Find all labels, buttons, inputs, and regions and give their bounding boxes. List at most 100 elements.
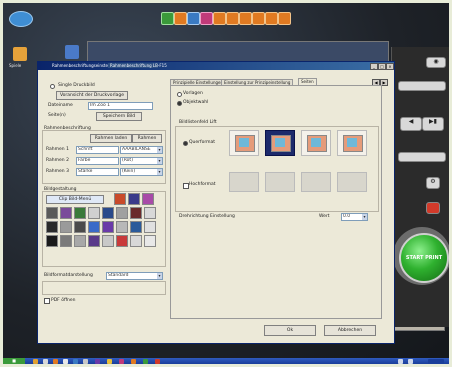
toolbar-icon-6[interactable] xyxy=(226,12,239,25)
templates-radio[interactable] xyxy=(177,92,182,97)
maximize-button[interactable]: □ xyxy=(378,63,386,70)
toolbar-icon-10[interactable] xyxy=(278,12,291,25)
panel-settings-button[interactable]: ⚙ xyxy=(426,177,440,189)
taskbar-icon-12[interactable] xyxy=(155,359,160,364)
clip-icon-5[interactable] xyxy=(102,207,114,219)
toolbar-icon-4[interactable] xyxy=(200,12,213,25)
clip-icon-17[interactable] xyxy=(46,235,58,247)
clip-icon-7[interactable] xyxy=(130,207,142,219)
single-print-radio[interactable] xyxy=(50,84,55,89)
taskbar-icon-6[interactable] xyxy=(83,359,88,364)
layout-thumb-4[interactable] xyxy=(337,130,367,156)
start-print-button[interactable]: START PRINT xyxy=(399,233,449,283)
clip-icon-16[interactable] xyxy=(144,221,156,233)
frame-row-2-select[interactable]: (Rot) ▾ xyxy=(120,157,163,165)
toolbar-icon-8[interactable] xyxy=(252,12,265,25)
clip-icon-11[interactable] xyxy=(74,221,86,233)
print-preview-button[interactable]: Voransicht der Druckvorlage xyxy=(56,91,128,100)
frame-row-1-select[interactable]: AAABILANSE ▾ xyxy=(120,146,163,154)
clip-icon-9[interactable] xyxy=(46,221,58,233)
portrait-thumb-2[interactable] xyxy=(265,172,295,192)
clip-menu-button[interactable]: Clip Bild-Menü xyxy=(46,195,104,204)
panel-stop-button[interactable] xyxy=(426,202,440,214)
panel-mode-button[interactable] xyxy=(398,152,446,162)
effect-icon-3[interactable] xyxy=(142,193,154,205)
toolbar-icon-5[interactable] xyxy=(213,12,226,25)
panel-rewind-button[interactable]: ◀ xyxy=(400,117,422,131)
toolbar-icon-2[interactable] xyxy=(174,12,187,25)
thumb-inner xyxy=(311,138,321,147)
chevron-down-icon: ▾ xyxy=(157,158,162,164)
tray-icon-1[interactable] xyxy=(398,359,403,364)
close-button[interactable]: × xyxy=(386,63,394,70)
dialog-doc-tab[interactable]: Rahmenbeschriftung LB-F15 xyxy=(108,63,167,68)
desktop-shortcut-2-icon[interactable] xyxy=(65,45,79,59)
taskbar-icon-7[interactable] xyxy=(95,359,100,364)
start-button[interactable]: ■ xyxy=(3,358,25,364)
panel-play-button[interactable]: ▶▮ xyxy=(422,117,444,131)
taskbar-icon-4[interactable] xyxy=(63,359,68,364)
frame-row-3-field[interactable]: Stärke xyxy=(76,168,119,176)
clip-icon-22[interactable] xyxy=(116,235,128,247)
file-name-input[interactable]: Im Zoo 1 xyxy=(88,102,153,110)
clip-icon-8[interactable] xyxy=(144,207,156,219)
minimize-button[interactable]: _ xyxy=(370,63,378,70)
app-logo-icon[interactable] xyxy=(9,11,33,27)
toolbar-icon-9[interactable] xyxy=(265,12,278,25)
clip-icon-12[interactable] xyxy=(88,221,100,233)
taskbar-icon-8[interactable] xyxy=(107,359,112,364)
taskbar-icon-1[interactable] xyxy=(33,359,38,364)
clip-icon-24[interactable] xyxy=(144,235,156,247)
cancel-button[interactable]: Abbrechen xyxy=(324,325,376,336)
pdf-checkbox[interactable] xyxy=(44,298,50,304)
taskbar-icon-3[interactable] xyxy=(53,359,58,364)
layout-thumb-2-selected[interactable] xyxy=(265,130,295,156)
clip-icon-13[interactable] xyxy=(102,221,114,233)
taskbar-icon-2[interactable] xyxy=(43,359,48,364)
save-image-button[interactable]: Speichern Bild xyxy=(96,112,142,121)
chevron-down-icon: ▾ xyxy=(157,273,162,279)
frame-row-1-field[interactable]: Schrift xyxy=(76,146,119,154)
clip-icon-4[interactable] xyxy=(88,207,100,219)
portrait-thumb-3[interactable] xyxy=(301,172,331,192)
portrait-thumb-1[interactable] xyxy=(229,172,259,192)
clip-icon-21[interactable] xyxy=(102,235,114,247)
clip-icon-19[interactable] xyxy=(74,235,86,247)
frame-row-3-select[interactable]: (Kein) ▾ xyxy=(120,168,163,176)
panel-camera-button[interactable]: ◉ xyxy=(426,57,446,68)
clip-icon-2[interactable] xyxy=(60,207,72,219)
clip-icon-10[interactable] xyxy=(60,221,72,233)
panel-slider-button[interactable] xyxy=(398,81,446,91)
ok-button[interactable]: Ok xyxy=(264,325,316,336)
desktop-shortcut-icon[interactable] xyxy=(13,47,27,61)
format-select[interactable]: Standard ▾ xyxy=(106,272,163,280)
layout-thumb-1[interactable] xyxy=(229,130,259,156)
taskbar-icon-5[interactable] xyxy=(73,359,78,364)
tray-icon-2[interactable] xyxy=(408,359,413,364)
taskbar-icon-10[interactable] xyxy=(131,359,136,364)
clip-icon-6[interactable] xyxy=(116,207,128,219)
value-select[interactable]: 0.0 ▾ xyxy=(341,213,368,221)
toolbar-icon-7[interactable] xyxy=(239,12,252,25)
clip-icon-18[interactable] xyxy=(60,235,72,247)
clip-icon-1[interactable] xyxy=(46,207,58,219)
taskbar-icon-9[interactable] xyxy=(119,359,124,364)
portrait-thumb-4[interactable] xyxy=(337,172,367,192)
object-radio[interactable] xyxy=(177,101,182,106)
landscape-radio[interactable] xyxy=(183,141,188,146)
clip-icon-23[interactable] xyxy=(130,235,142,247)
effect-icon-1[interactable] xyxy=(114,193,126,205)
frame-button[interactable]: Rahmen xyxy=(132,134,162,143)
clip-icon-15[interactable] xyxy=(130,221,142,233)
effect-icon-2[interactable] xyxy=(128,193,140,205)
clip-icon-20[interactable] xyxy=(88,235,100,247)
taskbar-icon-11[interactable] xyxy=(143,359,148,364)
clip-icon-3[interactable] xyxy=(74,207,86,219)
toolbar-icon-1[interactable] xyxy=(161,12,174,25)
frame-row-2-field[interactable]: Farbe xyxy=(76,157,119,165)
toolbar-icon-3[interactable] xyxy=(187,12,200,25)
load-frame-button[interactable]: Rahmen laden xyxy=(90,134,132,143)
clip-icon-14[interactable] xyxy=(116,221,128,233)
format-label: Bildformatdarstellung xyxy=(44,273,93,278)
layout-thumb-3[interactable] xyxy=(301,130,331,156)
